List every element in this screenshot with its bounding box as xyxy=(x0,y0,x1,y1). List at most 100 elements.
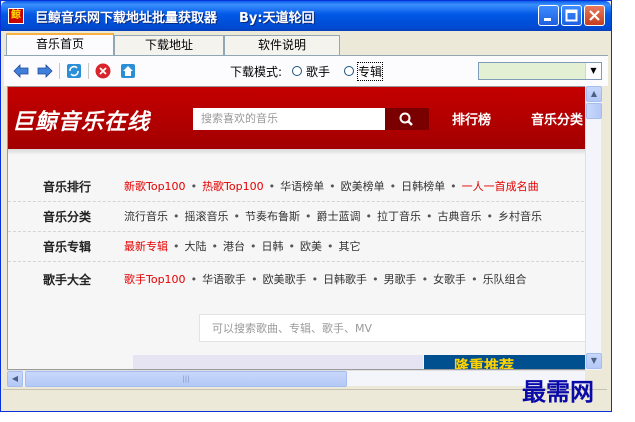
bullet-separator: • xyxy=(250,240,257,253)
bullet-separator: • xyxy=(372,273,379,286)
category-link[interactable]: 爵士蓝调 xyxy=(317,210,361,223)
category-link[interactable]: 港台 xyxy=(223,240,245,253)
nav-music-categories[interactable]: 音乐分类 xyxy=(531,109,583,128)
app-icon[interactable]: 鲸 xyxy=(8,8,24,24)
category-link[interactable]: 乡村音乐 xyxy=(498,210,542,223)
category-link[interactable]: 拉丁音乐 xyxy=(377,210,421,223)
bullet-separator: • xyxy=(327,240,334,253)
toolbar: 下载模式: 歌手 专辑 ▼ xyxy=(4,56,608,86)
result-combobox[interactable]: ▼ xyxy=(478,62,602,80)
category-links: 歌手Top100 • 华语歌手 • 欧美歌手 • 日韩歌手 • 男歌手 • 女歌手 • 乐队组合 xyxy=(124,266,527,294)
category-label: 音乐专辑 xyxy=(43,240,92,254)
site-logo[interactable]: 巨鲸音乐在线 xyxy=(12,104,150,136)
download-mode-label: 下载模式: xyxy=(230,65,283,79)
tab-software-info[interactable]: 软件说明 xyxy=(224,35,340,55)
watermark: 最需网 xyxy=(522,377,594,406)
title-bar[interactable]: 鲸 巨鲸音乐网下载地址批量获取器 By:天道轮回 xyxy=(1,1,611,31)
radio-album[interactable] xyxy=(344,66,354,76)
embedded-browser: 巨鲸音乐在线 排行榜 音乐分类 音乐排行 新歌Top100 • 热歌Top100 • 华… xyxy=(7,86,593,370)
category-link[interactable]: 流行音乐 xyxy=(124,210,168,223)
bullet-separator: • xyxy=(173,210,180,223)
category-link[interactable]: 欧美 xyxy=(300,240,322,253)
bullet-separator: • xyxy=(190,180,198,193)
tab-music-home[interactable]: 音乐首页 xyxy=(6,33,114,56)
bullet-separator: • xyxy=(471,273,478,286)
bullet-separator: • xyxy=(426,210,433,223)
vertical-scroll-thumb[interactable] xyxy=(586,103,602,119)
bullet-separator: • xyxy=(288,240,296,253)
header-shadow xyxy=(8,149,592,155)
category-link[interactable]: 日韩歌手 xyxy=(323,273,367,286)
horizontal-scrollbar[interactable]: ◀ ||| xyxy=(7,370,585,387)
category-label: 音乐排行 xyxy=(43,180,92,194)
category-label: 音乐分类 xyxy=(43,210,92,224)
bullet-separator: • xyxy=(389,180,397,193)
category-link[interactable]: 女歌手 xyxy=(433,273,466,286)
category-link[interactable]: 欧美榜单 xyxy=(341,180,385,193)
category-label: 歌手大全 xyxy=(43,273,92,287)
radio-singer-label[interactable]: 歌手 xyxy=(306,63,330,80)
category-link[interactable]: 新歌Top100 xyxy=(124,180,186,193)
category-link[interactable]: 华语榜单 xyxy=(280,180,324,193)
close-icon xyxy=(589,10,600,21)
banner-left[interactable] xyxy=(133,355,423,369)
category-link[interactable]: 热歌Top100 xyxy=(202,180,264,193)
maximize-button[interactable] xyxy=(561,5,582,26)
category-link[interactable]: 节奏布鲁斯 xyxy=(245,210,300,223)
category-links: 流行音乐 • 摇滚音乐 • 节奏布鲁斯 • 爵士蓝调 • 拉丁音乐 • 古典音乐 • 乡村音乐 xyxy=(124,203,542,231)
chevron-down-icon[interactable]: ▼ xyxy=(585,63,601,79)
home-icon[interactable] xyxy=(119,62,137,80)
bullet-separator: • xyxy=(211,240,219,253)
category-link[interactable]: 歌手Top100 xyxy=(124,273,186,286)
category-link[interactable]: 一人一首成名曲 xyxy=(462,180,539,193)
category-link[interactable]: 摇滚音乐 xyxy=(185,210,229,223)
category-link[interactable]: 大陆 xyxy=(185,240,207,253)
vertical-scrollbar[interactable]: ▲ ▼ xyxy=(585,86,602,370)
category-link[interactable]: 最新专辑 xyxy=(124,240,168,253)
banner-text: 隆重推荐 xyxy=(454,357,515,370)
refresh-icon[interactable] xyxy=(65,62,83,80)
stop-icon[interactable] xyxy=(94,62,112,80)
tab-download-address[interactable]: 下载地址 xyxy=(114,35,224,55)
nav-charts[interactable]: 排行榜 xyxy=(452,109,491,128)
bullet-separator: • xyxy=(311,273,319,286)
category-row: 歌手大全 歌手Top100 • 华语歌手 • 欧美歌手 • 日韩歌手 • 男歌手 • 女歌手 • 乐队组… xyxy=(8,266,592,294)
category-link[interactable]: 乐队组合 xyxy=(483,273,527,286)
window-author: By:天道轮回 xyxy=(239,11,315,26)
category-link[interactable]: 古典音乐 xyxy=(438,210,482,223)
back-icon[interactable] xyxy=(12,62,30,80)
bullet-separator: • xyxy=(190,273,198,286)
site-search-input[interactable] xyxy=(193,108,389,128)
bullet-separator: • xyxy=(329,180,336,193)
close-button[interactable] xyxy=(584,5,605,26)
site-header: 巨鲸音乐在线 排行榜 音乐分类 xyxy=(8,87,592,149)
toolbar-separator xyxy=(88,63,89,79)
site-search-button[interactable] xyxy=(385,108,429,130)
site-search-box xyxy=(193,108,389,130)
category-link[interactable]: 日韩 xyxy=(262,240,284,253)
category-link[interactable]: 其它 xyxy=(339,240,361,253)
category-link[interactable]: 日韩榜单 xyxy=(401,180,445,193)
scroll-up-icon[interactable]: ▲ xyxy=(586,86,602,102)
mv-search-input[interactable] xyxy=(200,315,592,341)
maximize-icon xyxy=(565,9,578,22)
horizontal-scroll-thumb[interactable]: ||| xyxy=(25,371,347,387)
toolbar-separator xyxy=(59,63,60,79)
status-bar xyxy=(3,389,607,410)
bullet-separator: • xyxy=(486,210,494,223)
radio-singer[interactable] xyxy=(292,66,302,76)
bullet-separator: • xyxy=(450,180,457,193)
minimize-icon xyxy=(544,18,551,21)
tab-strip: 音乐首页 下载地址 软件说明 xyxy=(4,33,609,56)
banner-promo[interactable]: 隆重推荐 xyxy=(424,355,592,370)
category-link[interactable]: 华语歌手 xyxy=(202,273,246,286)
category-link[interactable]: 欧美歌手 xyxy=(263,273,307,286)
minimize-button[interactable] xyxy=(538,5,559,26)
category-link[interactable]: 男歌手 xyxy=(384,273,417,286)
category-row: 音乐分类 流行音乐 • 摇滚音乐 • 节奏布鲁斯 • 爵士蓝调 • 拉丁音乐 • 古典音乐 • 乡村音乐 xyxy=(8,203,592,232)
scroll-left-icon[interactable]: ◀ xyxy=(7,371,23,387)
scroll-down-icon[interactable]: ▼ xyxy=(586,353,602,369)
forward-icon[interactable] xyxy=(36,62,54,80)
bullet-separator: • xyxy=(233,210,241,223)
radio-album-label[interactable]: 专辑 xyxy=(356,62,384,81)
